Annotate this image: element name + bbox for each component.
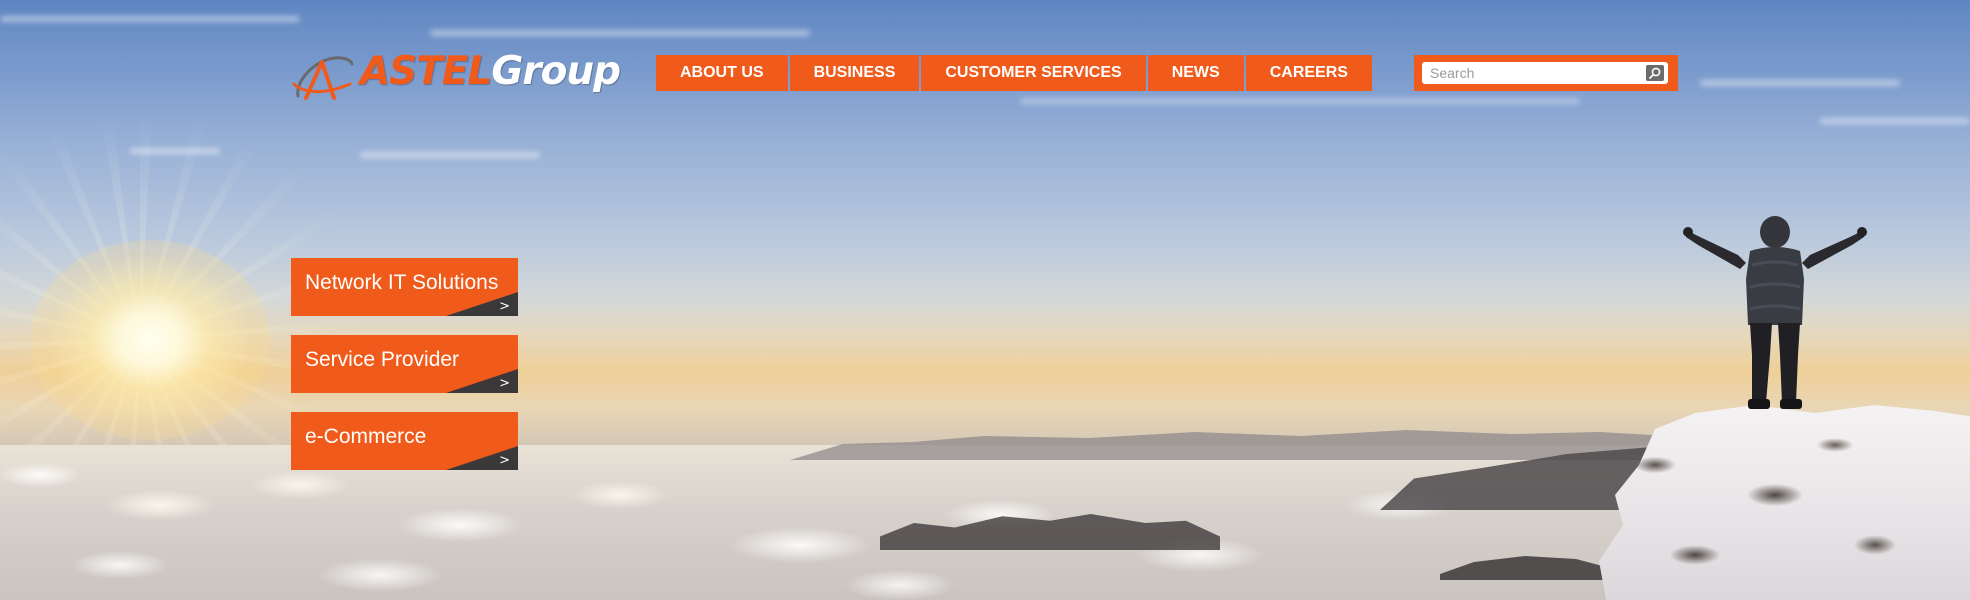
chevron-right-icon: > [499, 453, 510, 468]
tile-label: e-Commerce [305, 425, 427, 448]
search-icon [1649, 67, 1661, 79]
sky-wisp [430, 30, 810, 36]
sky-wisp [130, 148, 220, 154]
main-nav: ABOUT US BUSINESS CUSTOMER SERVICES NEWS… [656, 55, 1372, 91]
tile-service-provider[interactable]: Service Provider > [291, 335, 518, 393]
logo-group-text: Group [491, 49, 621, 94]
search-bar [1414, 55, 1678, 91]
tile-label: Network IT Solutions [305, 271, 499, 294]
search-input[interactable] [1422, 62, 1648, 84]
distant-mountains [790, 430, 1670, 460]
astel-group-logo[interactable]: ASTELGroup [292, 50, 632, 106]
hiker-silhouette [1683, 216, 1867, 409]
sky-wisp [0, 16, 300, 22]
chevron-right-icon: > [499, 299, 510, 314]
astel-swoosh-icon [292, 56, 354, 100]
tile-e-commerce[interactable]: e-Commerce > [291, 412, 518, 470]
nav-customer-services[interactable]: CUSTOMER SERVICES [921, 55, 1146, 91]
sky-wisp [1820, 118, 1970, 124]
hero-banner: ASTELGroup ABOUT US BUSINESS CUSTOMER SE… [0, 0, 1970, 600]
logo-brand-text: ASTEL [360, 49, 492, 94]
sun [30, 240, 270, 440]
chevron-right-icon: > [499, 376, 510, 391]
sky-wisp [360, 152, 540, 158]
tile-network-it-solutions[interactable]: Network IT Solutions > [291, 258, 518, 316]
nav-about-us[interactable]: ABOUT US [656, 55, 788, 91]
sky-wisp [1020, 98, 1580, 104]
tile-label: Service Provider [305, 348, 460, 371]
search-box [1422, 62, 1668, 84]
search-button[interactable] [1646, 65, 1664, 81]
nav-business[interactable]: BUSINESS [789, 55, 920, 91]
nav-careers[interactable]: CAREERS [1245, 55, 1372, 91]
logo-wordmark: ASTELGroup [360, 49, 621, 94]
nav-news[interactable]: NEWS [1147, 55, 1244, 91]
sky-wisp [1700, 80, 1900, 86]
